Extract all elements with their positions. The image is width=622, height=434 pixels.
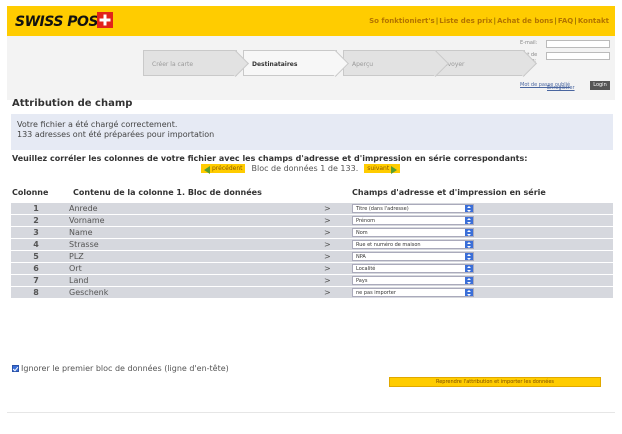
table-row: 4 Strasse > Rue et numéro de maison <box>11 239 613 250</box>
table-row: 8 Geschenk > ne pas importer <box>11 287 613 298</box>
link-contact[interactable]: Kontakt <box>578 17 609 25</box>
table-row: 1 Anrede > Titre (dans l'adresse) <box>11 203 613 214</box>
column-header-colonne: Colonne <box>12 188 49 197</box>
mapping-table: 1 Anrede > Titre (dans l'adresse) 2 Vorn… <box>11 203 613 299</box>
mapping-arrow: > <box>324 204 331 213</box>
mapping-arrow: > <box>324 252 331 261</box>
column-content: Strasse <box>69 240 99 249</box>
link-buy-vouchers[interactable]: Achat de bons <box>497 17 553 25</box>
dropdown-arrows-icon <box>465 217 473 224</box>
mapping-arrow: > <box>324 288 331 297</box>
column-content: Name <box>69 228 93 237</box>
login-button[interactable]: Login <box>590 81 610 90</box>
post-horn-logo-icon <box>97 12 113 28</box>
step-preview[interactable]: Aperçu <box>343 50 437 76</box>
ignore-header-label: Ignorer le premier bloc de données (lign… <box>21 364 229 373</box>
record-counter: Bloc de données 1 de 133. <box>251 164 359 173</box>
arrow-right-icon <box>391 166 398 174</box>
field-select[interactable]: Localité <box>352 264 474 273</box>
step-recipients[interactable]: Destinataires <box>243 50 337 76</box>
column-content: Ort <box>69 264 82 273</box>
steps-area: Créer la carte Destinataires Aperçu Envo… <box>7 36 615 100</box>
dropdown-arrows-icon <box>465 229 473 236</box>
page-title: Attribution de champ <box>12 98 133 109</box>
top-links: So fonktioniert's|Liste des prix|Achat d… <box>369 17 609 25</box>
dropdown-arrows-icon <box>465 241 473 248</box>
dropdown-arrows-icon <box>465 265 473 272</box>
field-select[interactable]: ne pas importer <box>352 288 474 297</box>
column-content: Land <box>69 276 89 285</box>
row-number: 5 <box>33 252 39 261</box>
previous-button[interactable]: précédent <box>201 164 246 174</box>
table-row: 7 Land > Pays <box>11 275 613 286</box>
next-button[interactable]: suivant <box>364 164 401 174</box>
column-content: Geschenk <box>69 288 109 297</box>
upload-success-text: Votre fichier a été chargé correctement. <box>17 120 178 129</box>
dropdown-arrows-icon <box>465 289 473 296</box>
table-row: 2 Vorname > Prénom <box>11 215 613 226</box>
mapping-arrow: > <box>324 264 331 273</box>
ignore-header-option: Ignorer le premier bloc de données (lign… <box>12 364 229 373</box>
dropdown-arrows-icon <box>465 205 473 212</box>
field-select[interactable]: Rue et numéro de maison <box>352 240 474 249</box>
header-bar: SWISS POST So fonktioniert's|Liste des p… <box>7 6 615 36</box>
register-link[interactable]: Enregistrer <box>547 85 575 91</box>
column-content: PLZ <box>69 252 84 261</box>
ignore-header-checkbox[interactable] <box>12 365 19 372</box>
field-select[interactable]: Titre (dans l'adresse) <box>352 204 474 213</box>
field-select[interactable]: Nom <box>352 228 474 237</box>
row-number: 2 <box>33 216 39 225</box>
column-content: Anrede <box>69 204 98 213</box>
table-row: 6 Ort > Localité <box>11 263 613 274</box>
field-select[interactable]: Pays <box>352 276 474 285</box>
mapping-instruction: Veuillez corréler les colonnes de votre … <box>12 154 528 163</box>
link-how-it-works[interactable]: So fonktioniert's <box>369 17 435 25</box>
row-number: 7 <box>33 276 39 285</box>
page: SWISS POST So fonktioniert's|Liste des p… <box>7 6 615 434</box>
table-row: 3 Name > Nom <box>11 227 613 238</box>
column-content: Vorname <box>69 216 105 225</box>
mapping-arrow: > <box>324 240 331 249</box>
password-field[interactable] <box>546 52 610 60</box>
row-number: 6 <box>33 264 39 273</box>
mapping-arrow: > <box>324 276 331 285</box>
upload-info-box: Votre fichier a été chargé correctement.… <box>11 114 613 150</box>
record-navigation: précédent Bloc de données 1 de 133. suivan… <box>201 164 401 174</box>
row-number: 4 <box>33 240 39 249</box>
table-row: 5 PLZ > NPA <box>11 251 613 262</box>
row-number: 3 <box>33 228 39 237</box>
email-field[interactable] <box>546 40 610 48</box>
mapping-arrow: > <box>324 228 331 237</box>
column-header-contenu: Contenu de la colonne 1. Bloc de données <box>73 188 262 197</box>
field-select[interactable]: NPA <box>352 252 474 261</box>
mapping-arrow: > <box>324 216 331 225</box>
swiss-post-logo[interactable]: SWISS POST <box>15 14 108 30</box>
link-price-list[interactable]: Liste des prix <box>439 17 492 25</box>
column-header-champs: Champs d'adresse et d'impression en séri… <box>352 188 546 197</box>
row-number: 1 <box>33 204 39 213</box>
field-select[interactable]: Prénom <box>352 216 474 225</box>
footer-divider <box>7 412 615 413</box>
link-faq[interactable]: FAQ <box>558 17 573 25</box>
dropdown-arrows-icon <box>465 253 473 260</box>
email-label: E-mail: <box>520 40 538 46</box>
step-create-card[interactable]: Créer la carte <box>143 50 237 76</box>
arrow-left-icon <box>204 166 210 174</box>
import-button[interactable]: Reprendre l'attribution et importer les … <box>389 377 601 387</box>
dropdown-arrows-icon <box>465 277 473 284</box>
addresses-prepared-text: 133 adresses ont été préparées pour impo… <box>17 130 215 139</box>
row-number: 8 <box>33 288 39 297</box>
